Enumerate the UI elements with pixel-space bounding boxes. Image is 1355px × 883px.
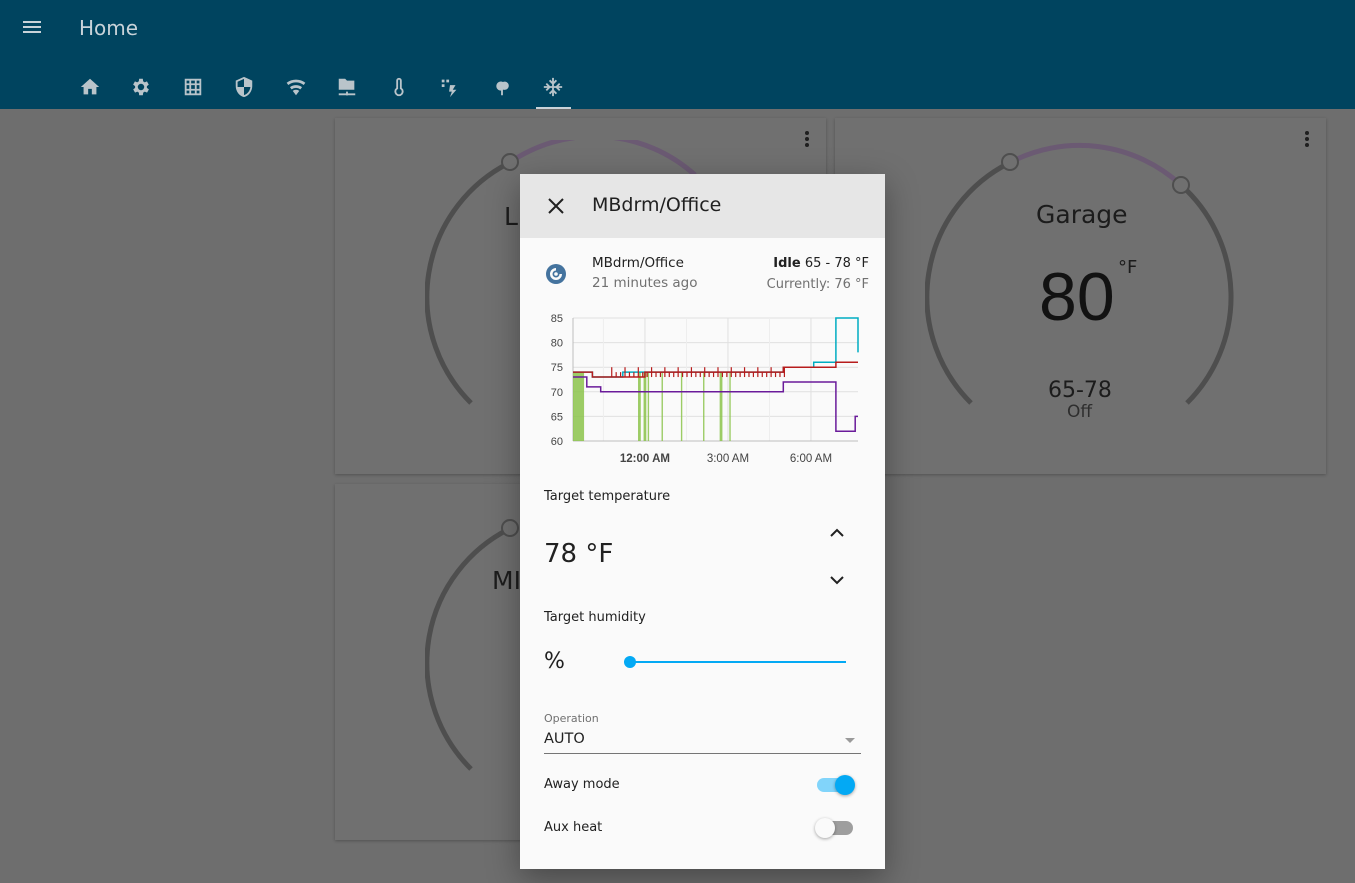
hvac-mode: Off [1067, 402, 1093, 422]
gauge-handle-low[interactable] [1001, 153, 1019, 171]
last-changed: 21 minutes ago [592, 275, 698, 291]
network-folder-icon [339, 78, 356, 95]
home-icon [80, 78, 99, 94]
entity-name: MBdrm/Office [592, 255, 684, 271]
y-tick-label: 70 [551, 387, 563, 399]
y-tick-label: 80 [551, 338, 563, 350]
toggle-thumb [815, 818, 835, 838]
heating-bar [719, 372, 723, 441]
y-axis-ticks: 85 80 75 70 65 60 [551, 313, 563, 448]
heating-bar [643, 372, 647, 441]
operation-select[interactable]: AUTO [544, 728, 861, 754]
chart-series [573, 317, 859, 432]
thermostat-card-garage: Garage 80 °F 65-78 Off [835, 118, 1326, 474]
away-mode-label: Away mode [544, 777, 620, 792]
weather-lightning-icon [442, 79, 457, 97]
state-label: Idle [773, 256, 801, 271]
snowflake-icon [544, 77, 563, 96]
more-vert-icon[interactable] [804, 130, 810, 148]
target-humidity-label: Target humidity [544, 610, 646, 625]
tab-home[interactable] [64, 64, 116, 109]
more-info-dialog: MBdrm/Office MBdrm/Office 21 minutes ago… [520, 174, 885, 869]
tab-settings[interactable] [116, 64, 168, 109]
shield-icon [236, 76, 253, 97]
tab-climate[interactable] [528, 64, 580, 109]
humidity-slider[interactable] [624, 653, 846, 671]
app-toolbar: Home [0, 0, 1355, 109]
heating-bar [638, 372, 641, 441]
slider-track [630, 661, 846, 663]
y-tick-label: 60 [551, 436, 563, 448]
aux-heat-label: Aux heat [544, 820, 603, 835]
away-mode-row: Away mode [544, 772, 861, 800]
gauge-handle[interactable] [501, 153, 519, 171]
history-chart: 85 80 75 70 65 60 12:00 AM 3:00 AM 6:00 AM [551, 313, 859, 465]
aux-heat-row: Aux heat [544, 815, 861, 843]
heating-bar [729, 372, 731, 441]
view-tabs [64, 64, 579, 109]
y-tick-label: 75 [551, 362, 563, 374]
tab-weather[interactable] [425, 64, 477, 109]
heating-bar [647, 372, 650, 441]
gear-icon [133, 78, 150, 95]
chevron-down-icon[interactable] [825, 568, 849, 592]
tab-network[interactable] [270, 64, 322, 109]
tab-grid[interactable] [167, 64, 219, 109]
close-icon[interactable] [544, 194, 568, 218]
dialog-title: MBdrm/Office [592, 194, 722, 216]
entity-state: Idle 65 - 78 °F [773, 256, 869, 271]
state-range: 65 - 78 °F [804, 256, 869, 271]
more-vert-icon[interactable] [1304, 130, 1310, 148]
thermostat-icon [546, 264, 566, 284]
humidity-value: % [544, 649, 565, 674]
entity-state-row: MBdrm/Office 21 minutes ago Idle 65 - 78… [520, 238, 885, 306]
tab-security[interactable] [219, 64, 271, 109]
heating-bar [661, 372, 663, 441]
temperature-unit: °F [1118, 257, 1138, 278]
x-tick-label: 3:00 AM [707, 453, 749, 465]
card-title: Garage [1036, 200, 1128, 229]
chevron-up-icon[interactable] [825, 521, 849, 545]
tab-files[interactable] [322, 64, 374, 109]
gauge-handle[interactable] [501, 519, 519, 537]
heating-bar [703, 372, 705, 441]
page-title: Home [79, 16, 139, 40]
target-range: 65-78 [1048, 378, 1112, 403]
target-temperature-label: Target temperature [544, 489, 671, 504]
x-axis-ticks: 12:00 AM 3:00 AM 6:00 AM [620, 453, 832, 465]
card-title: MI [492, 566, 521, 595]
series-target_low [573, 376, 858, 432]
slider-knob[interactable] [624, 656, 636, 668]
thermometer-icon [394, 77, 404, 96]
x-tick-label: 12:00 AM [620, 453, 670, 465]
series-target_high [573, 317, 859, 378]
x-tick-label: 6:00 AM [790, 453, 832, 465]
card-title: L [504, 202, 518, 231]
dialog-header: MBdrm/Office [520, 174, 885, 238]
operation-label: Operation [544, 712, 599, 725]
dropdown-arrow-icon [845, 738, 855, 743]
current-temperature-text: Currently: 76 °F [766, 277, 869, 292]
tree-icon [496, 81, 509, 95]
tab-temperature[interactable] [373, 64, 425, 109]
heating-bar [573, 372, 585, 441]
menu-icon[interactable] [22, 18, 46, 40]
target-temperature-value: 78 °F [544, 539, 614, 569]
wifi-icon [286, 79, 306, 95]
tab-garden[interactable] [476, 64, 528, 109]
gauge-handle-high[interactable] [1172, 176, 1190, 194]
operation-value: AUTO [544, 731, 585, 747]
heating-periods [573, 372, 731, 441]
aux-heat-toggle[interactable] [815, 818, 853, 838]
y-tick-label: 65 [551, 411, 563, 423]
chart-grid [572, 317, 858, 442]
current-temperature: 80 [1039, 259, 1115, 335]
y-tick-label: 85 [551, 313, 563, 325]
grid-icon [184, 78, 201, 95]
away-mode-toggle[interactable] [817, 775, 855, 795]
toggle-thumb [835, 775, 855, 795]
heating-bar [680, 372, 683, 441]
